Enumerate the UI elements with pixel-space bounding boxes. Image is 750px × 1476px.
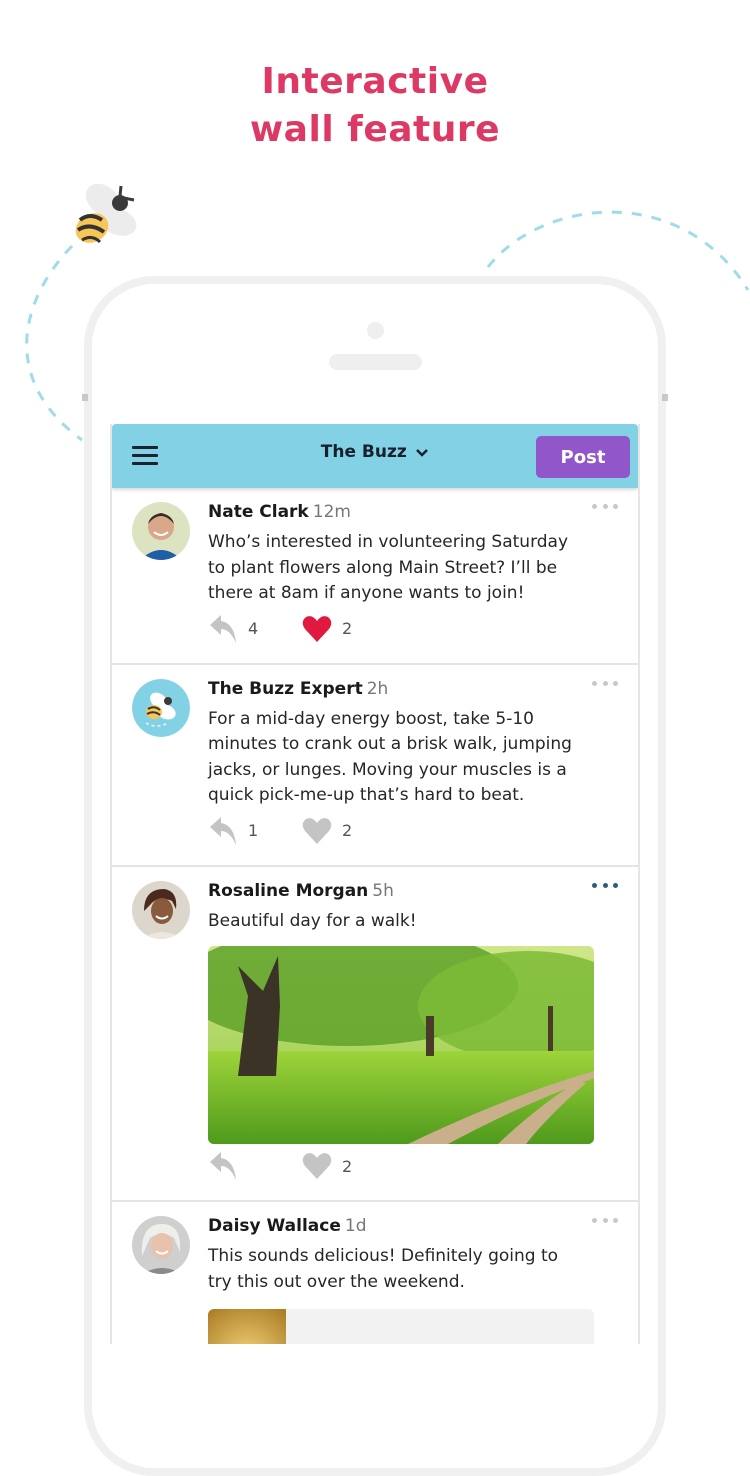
reply-button[interactable]: 4 bbox=[208, 614, 259, 643]
post-author[interactable]: Daisy Wallace bbox=[208, 1216, 341, 1236]
reply-count: 4 bbox=[248, 619, 259, 638]
app-screen: The Buzz Post Nate Clark 12m Who’s intere… bbox=[110, 424, 640, 1344]
post-text: This sounds delicious! Definitely going … bbox=[208, 1246, 559, 1292]
reply-button[interactable]: 1 bbox=[208, 816, 259, 845]
chevron-down-icon bbox=[416, 448, 429, 457]
heart-outline-icon bbox=[302, 1153, 332, 1179]
post-time: 12m bbox=[312, 502, 351, 522]
post-button[interactable]: Post bbox=[536, 436, 630, 478]
heart-filled-icon bbox=[302, 615, 332, 642]
post-text: Beautiful day for a walk! bbox=[208, 910, 417, 931]
post-author[interactable]: The Buzz Expert bbox=[208, 679, 363, 699]
feed-post: Rosaline Morgan 5h Beautiful day for a wa… bbox=[112, 867, 638, 1202]
like-button[interactable]: 2 bbox=[302, 817, 352, 845]
reply-button[interactable] bbox=[208, 1152, 248, 1180]
more-options-icon[interactable] bbox=[592, 680, 618, 689]
avatar-nate-clark[interactable] bbox=[132, 502, 190, 560]
feed-post: Daisy Wallace 1d This sounds delicious! D… bbox=[112, 1202, 638, 1344]
post-text: For a mid-day energy boost, take 5-10 mi… bbox=[208, 708, 572, 806]
park-path-photo[interactable] bbox=[208, 946, 594, 1144]
reply-icon bbox=[210, 1152, 236, 1180]
app-title: The Buzz bbox=[320, 442, 407, 462]
post-text: Who’s interested in volunteering Saturda… bbox=[208, 532, 569, 603]
more-options-icon[interactable] bbox=[592, 1218, 618, 1226]
like-count: 2 bbox=[342, 619, 353, 638]
reply-count: 1 bbox=[248, 821, 259, 840]
more-options-icon[interactable] bbox=[592, 504, 618, 512]
phone-side-button-left bbox=[82, 394, 88, 401]
post-author[interactable]: Rosaline Morgan bbox=[208, 881, 368, 901]
post-time: 2h bbox=[366, 678, 389, 699]
wall-feed: Nate Clark 12m Who’s interested in volunt… bbox=[112, 488, 638, 1344]
earpiece-speaker bbox=[329, 354, 422, 370]
front-camera bbox=[367, 322, 384, 339]
avatar-daisy-wallace[interactable] bbox=[132, 1216, 190, 1274]
app-header-bar: The Buzz Post bbox=[112, 424, 638, 488]
post-time: 5h bbox=[372, 880, 394, 901]
like-count: 2 bbox=[342, 1156, 353, 1176]
bee-logo-avatar[interactable] bbox=[132, 678, 190, 737]
like-button[interactable]: 2 bbox=[302, 1152, 352, 1180]
dashed-path-left bbox=[25, 244, 83, 442]
feed-post: Nate Clark 12m Who’s interested in volunt… bbox=[112, 488, 638, 665]
bee-icon bbox=[75, 183, 137, 244]
like-count: 2 bbox=[342, 821, 353, 840]
link-preview-thumbnail bbox=[208, 1309, 286, 1344]
post-time: 1d bbox=[344, 1216, 367, 1236]
more-options-icon[interactable] bbox=[592, 882, 618, 891]
avatar-rosaline-morgan[interactable] bbox=[132, 880, 190, 939]
heart-outline-icon bbox=[302, 817, 332, 844]
shared-link-preview[interactable] bbox=[208, 1309, 594, 1344]
like-button[interactable]: 2 bbox=[302, 615, 352, 643]
phone-side-button-right bbox=[662, 394, 668, 401]
reply-icon bbox=[210, 816, 236, 845]
post-author[interactable]: Nate Clark bbox=[208, 502, 309, 522]
feed-post: The Buzz Expert 2h For a mid-day energy b… bbox=[112, 665, 638, 867]
reply-icon bbox=[210, 614, 236, 643]
